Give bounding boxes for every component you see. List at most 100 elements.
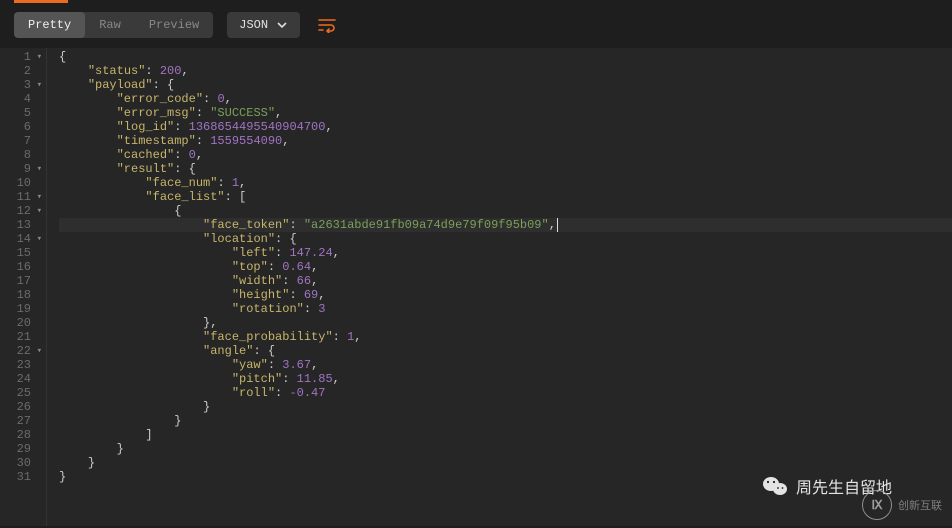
- gutter-line: 11▾: [0, 190, 46, 204]
- code-line[interactable]: "face_probability": 1,: [59, 330, 952, 344]
- code-line[interactable]: "yaw": 3.67,: [59, 358, 952, 372]
- fold-toggle-icon[interactable]: ▾: [34, 344, 42, 358]
- fold-toggle-icon[interactable]: ▾: [34, 50, 42, 64]
- line-number: 27: [17, 414, 31, 428]
- line-number: 7: [24, 134, 31, 148]
- gutter-line: 9▾: [0, 162, 46, 176]
- tab-preview[interactable]: Preview: [135, 12, 213, 38]
- line-number: 30: [17, 456, 31, 470]
- code-line[interactable]: "face_list": [: [59, 190, 952, 204]
- code-area[interactable]: { "status": 200, "payload": { "error_cod…: [47, 48, 952, 526]
- chevron-down-icon: [276, 19, 288, 31]
- fold-toggle-icon[interactable]: ▾: [34, 232, 42, 246]
- line-number: 1: [24, 50, 31, 64]
- json-editor[interactable]: 1▾23▾456789▾1011▾12▾1314▾151617181920212…: [0, 48, 952, 526]
- gutter-line: 28: [0, 428, 46, 442]
- line-number: 20: [17, 316, 31, 330]
- line-number: 23: [17, 358, 31, 372]
- code-line[interactable]: "roll": -0.47: [59, 386, 952, 400]
- format-dropdown[interactable]: JSON: [227, 12, 300, 38]
- code-line[interactable]: "face_token": "a2631abde91fb09a74d9e79f0…: [59, 218, 952, 232]
- line-number: 14: [17, 232, 31, 246]
- line-number: 9: [24, 162, 31, 176]
- format-dropdown-label: JSON: [239, 18, 268, 32]
- gutter-line: 17: [0, 274, 46, 288]
- line-number: 25: [17, 386, 31, 400]
- gutter-line: 20: [0, 316, 46, 330]
- code-line[interactable]: "cached": 0,: [59, 148, 952, 162]
- view-mode-tabs: Pretty Raw Preview: [14, 12, 213, 38]
- code-line[interactable]: {: [59, 50, 952, 64]
- code-line[interactable]: {: [59, 204, 952, 218]
- line-number: 18: [17, 288, 31, 302]
- brand-watermark: Ⅸ 创新互联: [862, 490, 942, 520]
- wechat-icon: [762, 475, 788, 497]
- gutter-line: 14▾: [0, 232, 46, 246]
- tab-raw[interactable]: Raw: [85, 12, 135, 38]
- line-number: 13: [17, 218, 31, 232]
- gutter-line: 2: [0, 64, 46, 78]
- code-line[interactable]: }: [59, 400, 952, 414]
- code-line[interactable]: "height": 69,: [59, 288, 952, 302]
- code-line[interactable]: "location": {: [59, 232, 952, 246]
- gutter-line: 7: [0, 134, 46, 148]
- wrap-lines-button[interactable]: [312, 13, 342, 37]
- line-number: 28: [17, 428, 31, 442]
- gutter-line: 16: [0, 260, 46, 274]
- fold-toggle-icon[interactable]: ▾: [34, 162, 42, 176]
- fold-toggle-icon[interactable]: ▾: [34, 204, 42, 218]
- gutter-line: 18: [0, 288, 46, 302]
- code-line[interactable]: },: [59, 316, 952, 330]
- line-number: 22: [17, 344, 31, 358]
- line-number: 2: [24, 64, 31, 78]
- gutter-line: 13: [0, 218, 46, 232]
- brand-icon: Ⅸ: [862, 490, 892, 520]
- line-number: 6: [24, 120, 31, 134]
- line-number: 15: [17, 246, 31, 260]
- response-toolbar: Pretty Raw Preview JSON: [0, 0, 952, 48]
- gutter-line: 1▾: [0, 50, 46, 64]
- fold-toggle-icon[interactable]: ▾: [34, 190, 42, 204]
- code-line[interactable]: "status": 200,: [59, 64, 952, 78]
- code-line[interactable]: ]: [59, 428, 952, 442]
- gutter-line: 8: [0, 148, 46, 162]
- gutter-line: 23: [0, 358, 46, 372]
- gutter-line: 22▾: [0, 344, 46, 358]
- gutter-line: 10: [0, 176, 46, 190]
- gutter-line: 6: [0, 120, 46, 134]
- line-number: 4: [24, 92, 31, 106]
- line-number: 19: [17, 302, 31, 316]
- line-number: 17: [17, 274, 31, 288]
- code-line[interactable]: "log_id": 1368654495540904700,: [59, 120, 952, 134]
- gutter-line: 26: [0, 400, 46, 414]
- code-line[interactable]: "face_num": 1,: [59, 176, 952, 190]
- code-line[interactable]: }: [59, 414, 952, 428]
- code-line[interactable]: "timestamp": 1559554090,: [59, 134, 952, 148]
- gutter-line: 25: [0, 386, 46, 400]
- code-line[interactable]: "pitch": 11.85,: [59, 372, 952, 386]
- code-line[interactable]: "left": 147.24,: [59, 246, 952, 260]
- code-line[interactable]: "angle": {: [59, 344, 952, 358]
- line-number: 12: [17, 204, 31, 218]
- code-line[interactable]: "top": 0.64,: [59, 260, 952, 274]
- code-line[interactable]: }: [59, 442, 952, 456]
- gutter-line: 15: [0, 246, 46, 260]
- gutter-line: 4: [0, 92, 46, 106]
- wrap-icon: [318, 17, 336, 33]
- code-line[interactable]: "error_msg": "SUCCESS",: [59, 106, 952, 120]
- code-line[interactable]: "error_code": 0,: [59, 92, 952, 106]
- gutter-line: 29: [0, 442, 46, 456]
- line-number: 3: [24, 78, 31, 92]
- line-number: 31: [17, 470, 31, 484]
- code-line[interactable]: "payload": {: [59, 78, 952, 92]
- tab-pretty[interactable]: Pretty: [14, 12, 85, 38]
- code-line[interactable]: "rotation": 3: [59, 302, 952, 316]
- fold-toggle-icon[interactable]: ▾: [34, 78, 42, 92]
- gutter-line: 12▾: [0, 204, 46, 218]
- code-line[interactable]: "result": {: [59, 162, 952, 176]
- code-line[interactable]: }: [59, 456, 952, 470]
- line-number: 8: [24, 148, 31, 162]
- line-number: 10: [17, 176, 31, 190]
- gutter-line: 27: [0, 414, 46, 428]
- code-line[interactable]: "width": 66,: [59, 274, 952, 288]
